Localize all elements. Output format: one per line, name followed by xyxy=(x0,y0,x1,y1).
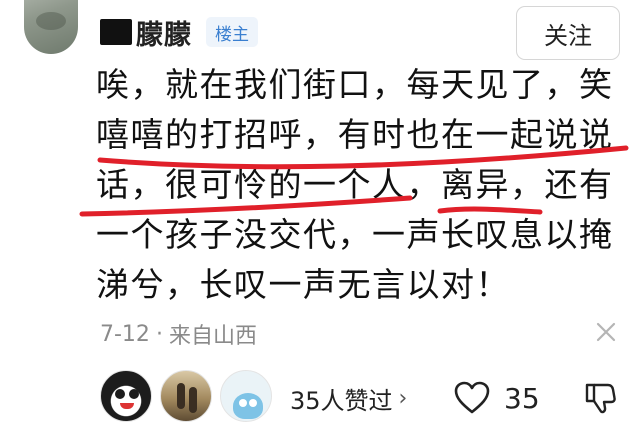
author-avatar[interactable] xyxy=(24,0,78,54)
chevron-right-icon: › xyxy=(398,385,408,411)
liker-avatar[interactable] xyxy=(160,370,212,422)
liker-avatars[interactable] xyxy=(100,370,280,422)
like-count: 35 xyxy=(504,381,540,415)
comment-line: 嘻嘻的打招呼，有时也在一起说说 xyxy=(96,115,614,154)
author-name[interactable]: 朦朦 xyxy=(136,13,192,52)
likes-summary-link[interactable]: 35人赞过 › xyxy=(290,380,407,416)
comment-text: 唉，就在我们街口，每天见了，笑 嘻嘻的打招呼，有时也在一起说说 话，很可怜的一个… xyxy=(96,60,624,310)
redacted-name-block xyxy=(100,19,132,45)
close-icon[interactable] xyxy=(594,320,618,344)
comment-line: 唉，就在我们街口，每天见了，笑 xyxy=(96,65,614,104)
comment-meta: 7-12 · 来自山西 xyxy=(100,318,257,350)
follow-button[interactable]: 关注 xyxy=(516,6,620,60)
op-badge: 楼主 xyxy=(206,17,258,47)
comment-line: 一个孩子没交代，一声长叹息以掩 xyxy=(96,215,614,254)
comment-line: 涕兮，长叹一声无言以对！ xyxy=(96,265,510,304)
author-header: 朦朦 楼主 xyxy=(100,12,258,52)
meta-separator: · xyxy=(155,321,163,347)
comment-line: 话，很可怜的一个人，离异，还有 xyxy=(96,165,614,204)
comment-location: 来自山西 xyxy=(168,324,257,349)
likes-summary-text: 35人赞过 xyxy=(290,386,393,415)
liker-avatar[interactable] xyxy=(100,370,152,422)
thumbs-down-icon[interactable] xyxy=(580,378,620,418)
liker-avatar[interactable] xyxy=(220,370,272,422)
heart-icon[interactable] xyxy=(452,378,492,418)
comment-date: 7-12 xyxy=(100,321,150,347)
